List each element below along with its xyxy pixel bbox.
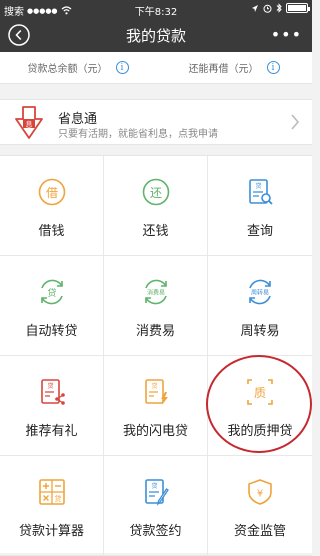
grid-item-repay[interactable]: 还 还钱: [104, 156, 208, 256]
available-credit-label: 还能再借（元）: [188, 64, 259, 75]
grid-item-turnover-easy[interactable]: 周转易 周转易: [208, 256, 312, 356]
grid-item-flash-loan[interactable]: 贷 我的闪电贷: [104, 356, 208, 456]
calculator-icon-glyph: 贷: [55, 494, 62, 503]
page-title: 我的贷款: [125, 27, 186, 45]
grid-item-label: 查询: [246, 224, 273, 239]
grid-item-label: 自动转贷: [25, 324, 78, 339]
promo-subtitle: 只要有活期，就能省利息，点我申请: [58, 129, 218, 140]
flash-loan-icon: 贷: [145, 379, 168, 405]
interest-saving-banner[interactable]: 息 省息通 只要有活期，就能省利息，点我申请: [0, 99, 312, 145]
turnover-easy-icon: 周转易: [249, 279, 271, 305]
available-credit-item: 还能再借（元） i: [156, 52, 312, 83]
status-bar: 搜索 ●●●●● 下午8:32: [0, 0, 312, 18]
consumer-easy-icon: 消费易: [145, 279, 167, 305]
flash-loan-icon-glyph: 贷: [151, 382, 157, 390]
grid-item-label: 资金监管: [233, 524, 286, 539]
grid-item-label: 还钱: [142, 224, 169, 239]
consumer-easy-icon-glyph: 消费易: [147, 289, 165, 297]
battery-icon: [286, 3, 310, 13]
grid-item-contract[interactable]: 贷 贷款签约: [104, 456, 208, 556]
grid-item-consumer-easy[interactable]: 消费易 消费易: [104, 256, 208, 356]
grid-item-referral[interactable]: 贷 推荐有礼: [0, 356, 104, 456]
contract-icon-glyph: 贷: [151, 482, 157, 490]
info-icon[interactable]: i: [266, 61, 280, 74]
grid-item-label: 推荐有礼: [25, 424, 78, 439]
grid-item-fund-supervision[interactable]: ¥ 资金监管: [208, 456, 312, 556]
interest-icon-glyph: 息: [26, 120, 33, 129]
chevron-right-icon: [291, 114, 300, 130]
alarm-icon: [263, 4, 272, 13]
more-options-button[interactable]: •••: [271, 25, 302, 44]
auto-reloan-icon-glyph: 贷: [47, 287, 56, 299]
total-balance-label: 贷款总余额（元）: [27, 64, 108, 75]
grid-item-label: 我的闪电贷: [122, 424, 188, 439]
highlight-circle: [206, 355, 312, 453]
loan-summary: 贷款总余额（元） i 还能再借（元） i: [0, 52, 312, 84]
grid-item-borrow[interactable]: 借 借钱: [0, 156, 104, 256]
navigation-bar: 我的贷款 •••: [0, 18, 312, 52]
referral-icon-glyph: 贷: [47, 382, 53, 390]
grid-item-auto-reloan[interactable]: 贷 自动转贷: [0, 256, 104, 356]
fund-supervision-icon: ¥: [248, 479, 272, 505]
borrow-icon: 借: [38, 178, 66, 206]
info-icon[interactable]: i: [115, 61, 129, 74]
repay-icon-glyph: 还: [150, 186, 162, 200]
query-icon-glyph: 贷: [255, 182, 261, 190]
grid-item-label: 借钱: [38, 224, 65, 239]
status-right: [251, 3, 310, 13]
grid-item-label: 贷款签约: [129, 524, 182, 539]
calculator-icon: 贷: [39, 479, 65, 505]
contract-icon: 贷: [145, 479, 169, 506]
grid-item-calculator[interactable]: 贷 贷款计算器: [0, 456, 104, 556]
location-icon: [252, 4, 258, 12]
grid-item-label: 周转易: [240, 324, 280, 339]
referral-icon: 贷: [41, 379, 65, 405]
interest-saving-icon: 息: [15, 106, 43, 139]
bluetooth-icon: [276, 3, 282, 13]
loan-services-grid: 借 借钱 还 还钱 贷 查询 贷 自动转贷 消费易 消费易 周转易 周转易 贷 …: [0, 155, 312, 556]
repay-icon: 还: [142, 178, 170, 206]
borrow-icon-glyph: 借: [46, 186, 58, 200]
battery-level: [288, 5, 306, 11]
grid-item-label: 消费易: [135, 324, 175, 339]
total-balance-item: 贷款总余额（元） i: [0, 52, 156, 83]
turnover-easy-icon-glyph: 周转易: [251, 289, 269, 297]
grid-item-label: 贷款计算器: [18, 524, 84, 539]
fund-supervision-icon-glyph: ¥: [257, 489, 263, 500]
auto-reloan-icon: 贷: [41, 279, 63, 305]
grid-item-query[interactable]: 贷 查询: [208, 156, 312, 256]
query-icon: 贷: [249, 179, 273, 205]
